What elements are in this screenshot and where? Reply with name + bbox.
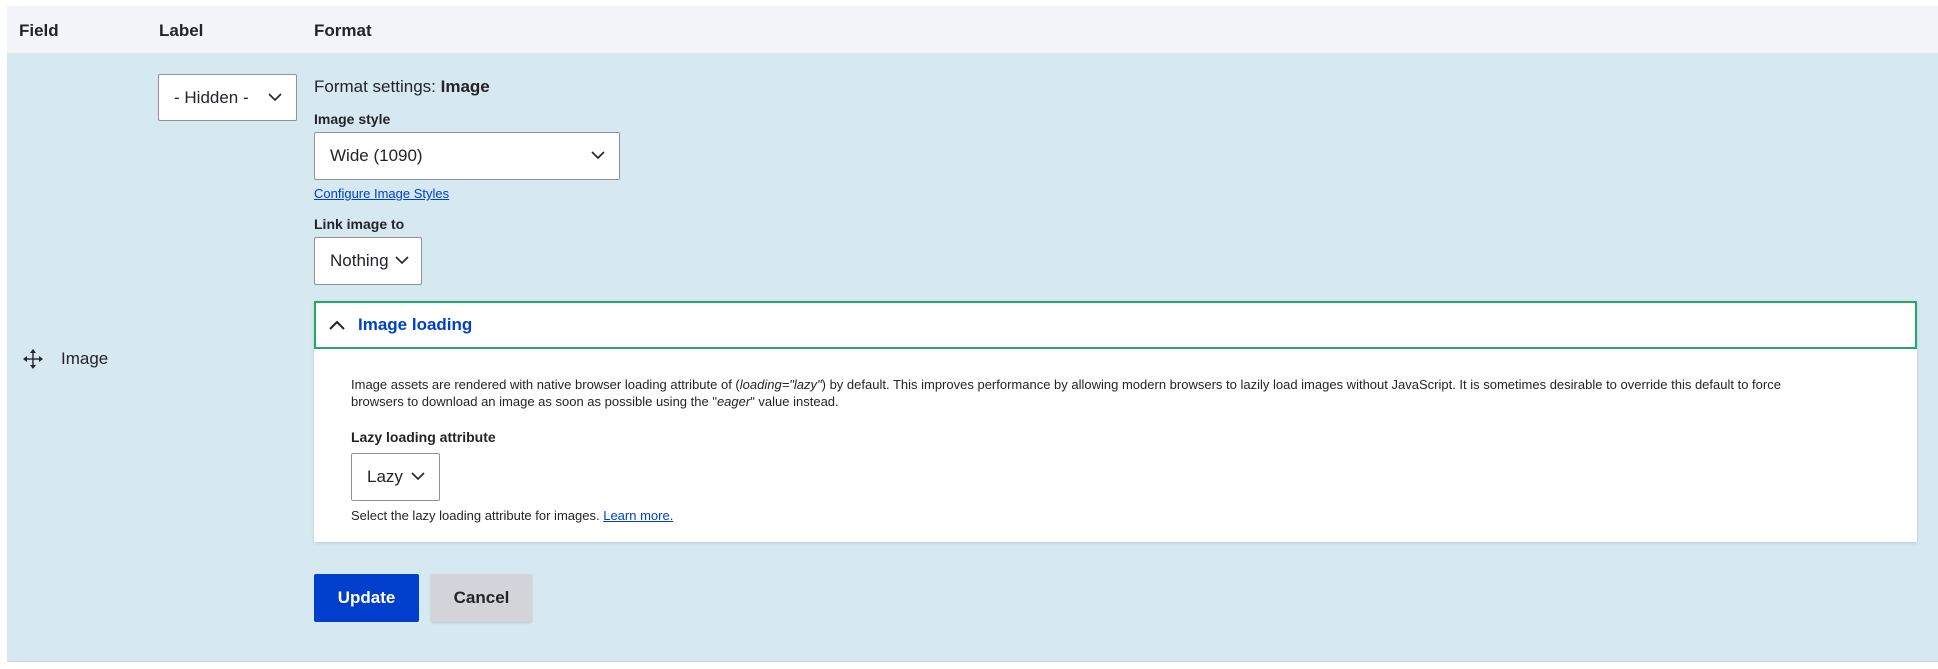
chevron-up-icon xyxy=(329,320,345,330)
image-style-label: Image style xyxy=(314,111,391,127)
table-row: Image xyxy=(23,349,108,369)
format-settings-title: Format settings: Image xyxy=(314,77,490,97)
lazy-loading-help-text: Select the lazy loading attribute for im… xyxy=(351,508,600,523)
lazy-loading-help: Select the lazy loading attribute for im… xyxy=(351,508,673,523)
field-display-table: Field Label Format Image - Hidden - Form… xyxy=(7,6,1938,662)
cancel-button[interactable]: Cancel xyxy=(431,574,532,622)
format-settings-name: Image xyxy=(440,77,490,96)
description-text: " value instead. xyxy=(750,394,839,409)
description-text: Image assets are rendered with native br… xyxy=(351,377,740,392)
description-code-lazy: loading="lazy" xyxy=(739,377,822,392)
link-image-to-label: Link image to xyxy=(314,216,405,232)
image-style-value: Wide (1090) xyxy=(330,146,423,165)
link-image-to-value: Nothing xyxy=(330,251,389,270)
header-label: Label xyxy=(159,21,204,40)
field-name: Image xyxy=(61,349,109,368)
header-field: Field xyxy=(19,21,59,40)
chevron-down-icon xyxy=(591,151,605,160)
chevron-down-icon xyxy=(395,256,409,265)
chevron-down-icon xyxy=(411,472,425,481)
image-loading-summary[interactable]: Image loading xyxy=(314,301,1917,349)
image-loading-description: Image assets are rendered with native br… xyxy=(351,376,1831,410)
label-display-select[interactable]: - Hidden - xyxy=(158,74,297,121)
learn-more-link[interactable]: Learn more. xyxy=(603,508,673,523)
label-display-value: - Hidden - xyxy=(174,87,249,107)
update-button[interactable]: Update xyxy=(314,574,419,622)
lazy-loading-select[interactable]: Lazy xyxy=(351,453,440,501)
header-format: Format xyxy=(314,21,372,40)
image-loading-summary-label: Image loading xyxy=(358,315,473,334)
chevron-down-icon xyxy=(268,92,282,101)
link-image-to-select[interactable]: Nothing xyxy=(314,237,422,285)
description-code-eager: eager xyxy=(716,394,751,409)
configure-image-styles-link[interactable]: Configure Image Styles xyxy=(314,186,449,201)
format-settings-prefix: Format settings: xyxy=(314,77,436,96)
image-loading-details: Image loading Image assets are rendered … xyxy=(314,301,1917,542)
lazy-loading-value: Lazy xyxy=(367,467,403,486)
image-style-select[interactable]: Wide (1090) xyxy=(314,132,620,180)
table-header: Field Label Format xyxy=(7,6,1938,54)
move-icon[interactable] xyxy=(23,349,43,369)
lazy-loading-label: Lazy loading attribute xyxy=(351,429,496,445)
